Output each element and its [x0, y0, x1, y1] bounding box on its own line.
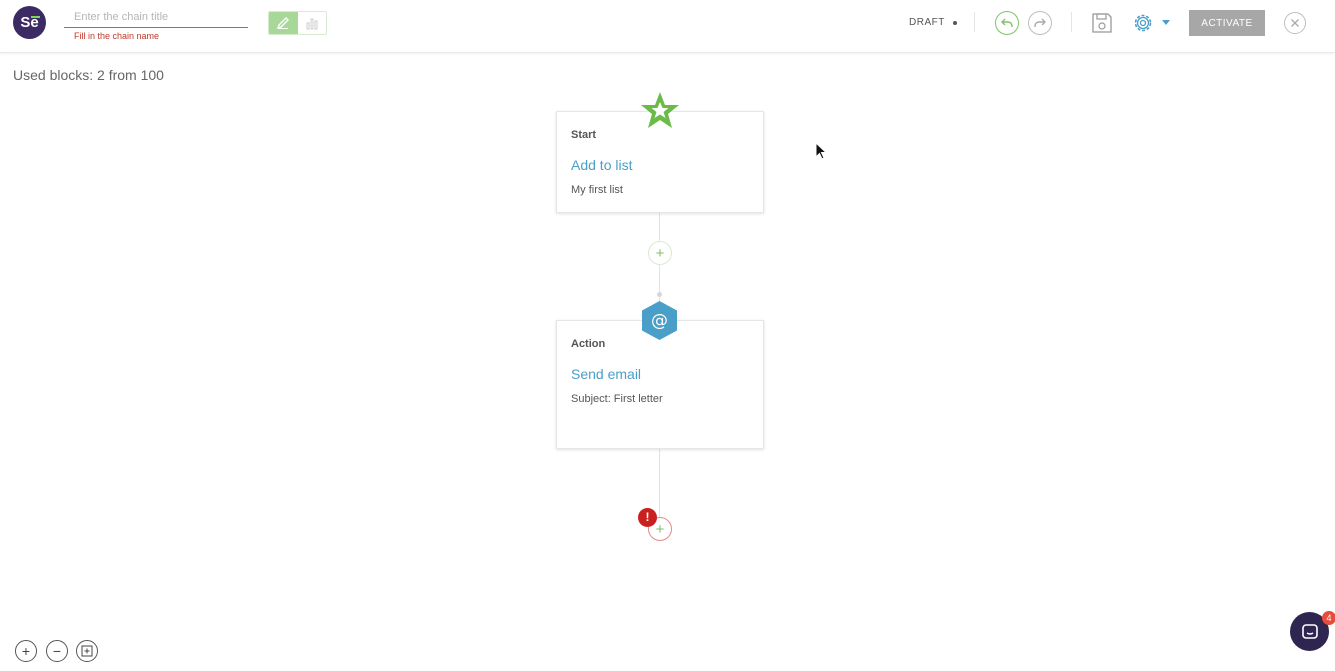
connector-dot: [657, 292, 662, 297]
divider: [974, 12, 975, 32]
block-title[interactable]: Send email: [571, 366, 641, 382]
top-bar: Se Fill in the chain name DRAFT: [0, 0, 1335, 53]
connector-line: [659, 449, 660, 519]
chat-unread-badge: 4: [1322, 611, 1335, 625]
app-logo[interactable]: Se: [13, 6, 46, 39]
divider: [1071, 12, 1072, 32]
svg-text:@: @: [651, 311, 668, 331]
settings-button[interactable]: [1131, 11, 1155, 35]
block-subtitle: Subject: First letter: [571, 393, 663, 405]
chart-icon: [306, 18, 318, 30]
logo-accent: [31, 16, 40, 18]
block-type: Start: [571, 129, 597, 141]
chain-status: DRAFT: [909, 17, 957, 28]
star-icon: [641, 92, 679, 128]
chevron-down-icon[interactable]: [1162, 20, 1170, 26]
pencil-icon: [277, 17, 290, 30]
redo-button[interactable]: [1028, 11, 1052, 35]
at-icon: @: [642, 301, 677, 340]
block-type: Action: [571, 338, 606, 350]
undo-icon: [1001, 18, 1013, 27]
edit-mode-button[interactable]: [269, 12, 298, 34]
stats-mode-button[interactable]: [297, 12, 326, 34]
chain-title-input[interactable]: [64, 6, 248, 28]
activate-button[interactable]: ACTIVATE: [1189, 10, 1265, 36]
plus-icon: +: [655, 244, 665, 262]
block-title[interactable]: Add to list: [571, 157, 632, 173]
status-dot: [952, 20, 957, 25]
redo-icon: [1034, 18, 1046, 27]
add-block-button[interactable]: +: [648, 241, 672, 265]
used-blocks-counter: Used blocks: 2 from 100: [13, 67, 164, 83]
gear-icon: [1134, 14, 1152, 32]
status-label: DRAFT: [909, 17, 945, 28]
block-subtitle: My first list: [571, 184, 623, 196]
plus-icon: +: [655, 520, 665, 538]
zoom-out-button[interactable]: −: [46, 640, 68, 662]
mouse-cursor-icon: [815, 142, 828, 160]
save-button[interactable]: [1090, 11, 1114, 35]
error-badge: !: [638, 508, 657, 527]
zoom-in-button[interactable]: +: [15, 640, 37, 662]
undo-button[interactable]: [995, 11, 1019, 35]
fit-screen-icon: [81, 645, 93, 657]
title-error-message: Fill in the chain name: [74, 31, 160, 41]
fit-to-screen-button[interactable]: [76, 640, 98, 662]
close-icon: [1291, 19, 1299, 27]
close-button[interactable]: [1284, 12, 1306, 34]
mode-toggle: [268, 11, 327, 35]
save-icon: [1092, 13, 1112, 33]
chat-icon: [1301, 623, 1318, 639]
